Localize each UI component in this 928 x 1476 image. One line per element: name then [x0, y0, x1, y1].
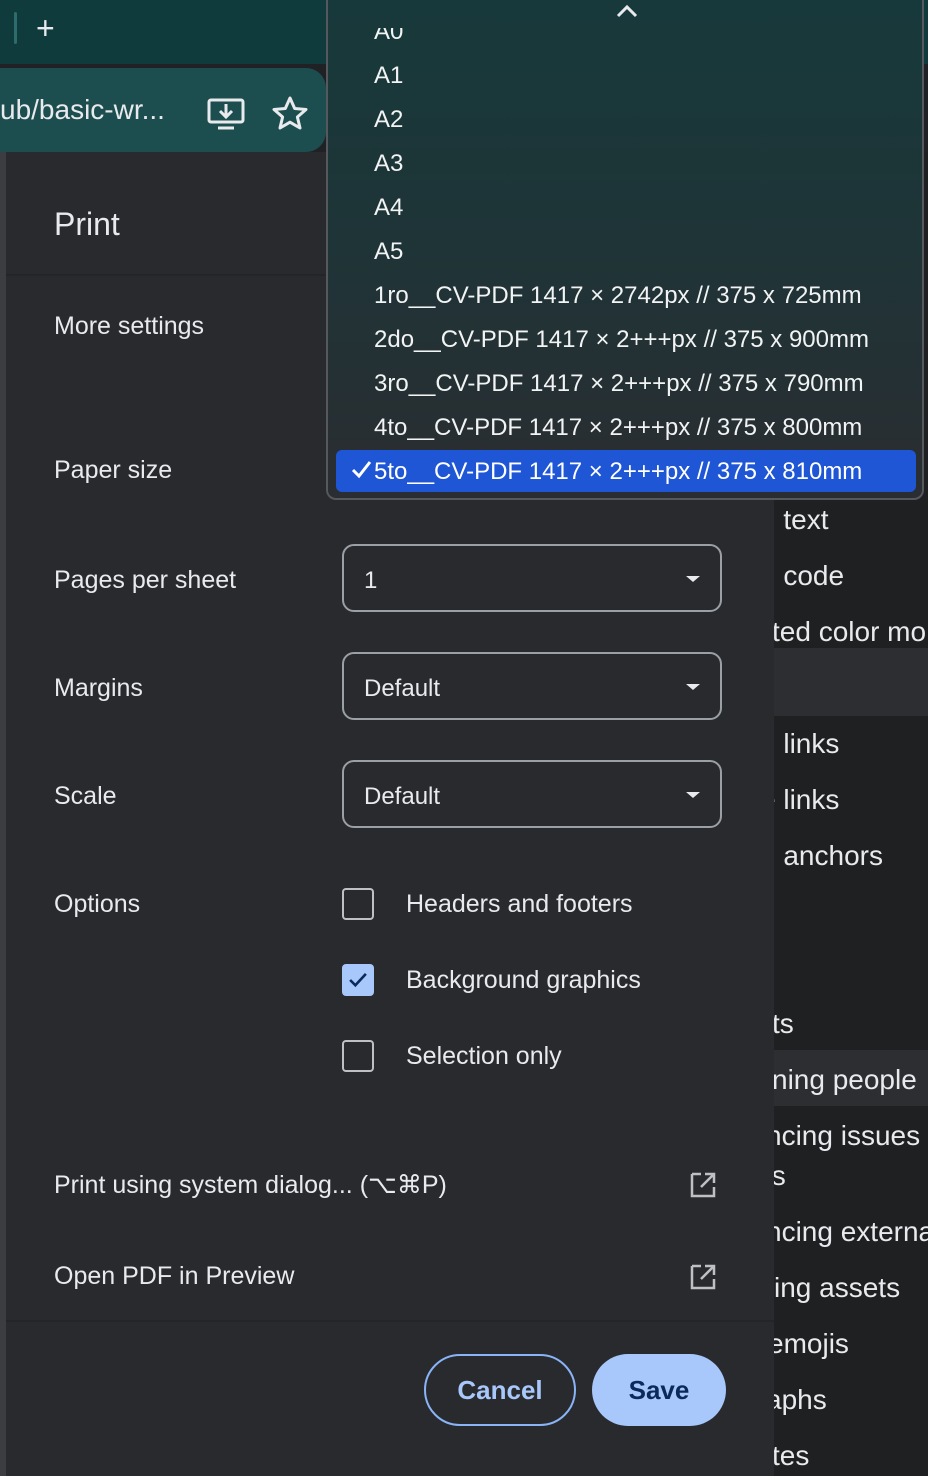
- selection-only-label[interactable]: Selection only: [406, 1042, 562, 1071]
- margins-value: Default: [364, 675, 441, 702]
- install-icon[interactable]: [206, 96, 246, 132]
- star-icon[interactable]: [270, 94, 310, 134]
- paper-size-option[interactable]: A1: [374, 62, 403, 90]
- pages-per-sheet-value: 1: [364, 567, 378, 594]
- scale-select[interactable]: Default: [342, 760, 722, 828]
- page-link: e links: [774, 784, 840, 815]
- cancel-button[interactable]: Cancel: [424, 1354, 576, 1426]
- page-link: aphs: [774, 1384, 827, 1415]
- checkmark-icon: [349, 972, 367, 988]
- chevron-down-icon: [686, 792, 700, 798]
- page-link: ts: [774, 1008, 794, 1039]
- margins-select[interactable]: Default: [342, 652, 722, 720]
- paper-size-option[interactable]: 3ro__CV-PDF 1417 × 2+++px // 375 x 790mm: [374, 370, 864, 398]
- paper-size-option[interactable]: A5: [374, 238, 403, 266]
- page-link: ted color mo: [774, 616, 927, 647]
- more-settings-toggle[interactable]: More settings: [54, 312, 204, 341]
- page-link: g text: [774, 504, 829, 535]
- margins-label: Margins: [54, 674, 143, 702]
- paper-size-option[interactable]: 1ro__CV-PDF 1417 × 2742px // 375 x 725mm: [374, 282, 862, 310]
- paper-size-option[interactable]: A3: [374, 150, 403, 178]
- page-link: ncing externa: [774, 1216, 928, 1247]
- paper-size-dropdown-list[interactable]: A0 A1 A2 A3 A4 A5 1ro__CV-PDF 1417 × 274…: [326, 0, 924, 500]
- page-link: ncing issues: [774, 1120, 921, 1151]
- dialog-title: Print: [54, 206, 120, 242]
- paper-size-option[interactable]: 4to__CV-PDF 1417 × 2+++px // 375 x 800mm: [374, 414, 862, 442]
- page-link: ts: [774, 1160, 786, 1191]
- chevron-down-icon: [686, 684, 700, 690]
- pages-per-sheet-label: Pages per sheet: [54, 566, 237, 594]
- page-link: tes: [774, 1440, 810, 1471]
- chevron-up-icon[interactable]: [614, 2, 640, 20]
- paper-size-option[interactable]: A2: [374, 106, 403, 134]
- background-graphics-label[interactable]: Background graphics: [406, 966, 641, 995]
- paper-size-option[interactable]: A0: [374, 28, 403, 46]
- open-pdf-link[interactable]: Open PDF in Preview: [54, 1262, 294, 1291]
- address-bar-url[interactable]: ub/basic-wr...: [0, 94, 165, 126]
- background-graphics-checkbox[interactable]: [342, 964, 374, 996]
- page-link: ing assets: [774, 1272, 901, 1303]
- headers-footers-label[interactable]: Headers and footers: [406, 890, 633, 919]
- checkmark-icon: [351, 461, 372, 479]
- scale-value: Default: [364, 783, 441, 810]
- paper-size-option-selected[interactable]: 5to__CV-PDF 1417 × 2+++px // 375 x 810mm: [336, 450, 916, 492]
- tab-separator: [14, 12, 17, 44]
- paper-size-selected-label: 5to__CV-PDF 1417 × 2+++px // 375 x 810mm: [374, 458, 863, 485]
- external-link-icon[interactable]: [688, 1170, 718, 1200]
- page-highlight-band: [774, 648, 928, 716]
- paper-size-option[interactable]: A4: [374, 194, 403, 222]
- options-label: Options: [54, 890, 141, 918]
- pages-per-sheet-select[interactable]: 1: [342, 544, 722, 612]
- selection-only-checkbox[interactable]: [342, 1040, 374, 1072]
- paper-size-label: Paper size: [54, 456, 173, 484]
- scale-label: Scale: [54, 782, 117, 810]
- page-link: emojis: [774, 1328, 849, 1359]
- paper-size-option[interactable]: 2do__CV-PDF 1417 × 2+++px // 375 x 900mm: [374, 326, 869, 354]
- page-link: n anchors: [774, 840, 883, 871]
- page-link: n links: [774, 728, 840, 759]
- page-link: g code: [774, 560, 845, 591]
- chevron-down-icon: [686, 576, 700, 582]
- system-dialog-link[interactable]: Print using system dialog... (⌥⌘P): [54, 1170, 447, 1200]
- headers-footers-checkbox[interactable]: [342, 888, 374, 920]
- footer-divider: [6, 1320, 774, 1322]
- save-button[interactable]: Save: [592, 1354, 726, 1426]
- new-tab-button[interactable]: +: [36, 10, 55, 46]
- page-link: ning people: [774, 1064, 917, 1095]
- external-link-icon[interactable]: [688, 1262, 718, 1292]
